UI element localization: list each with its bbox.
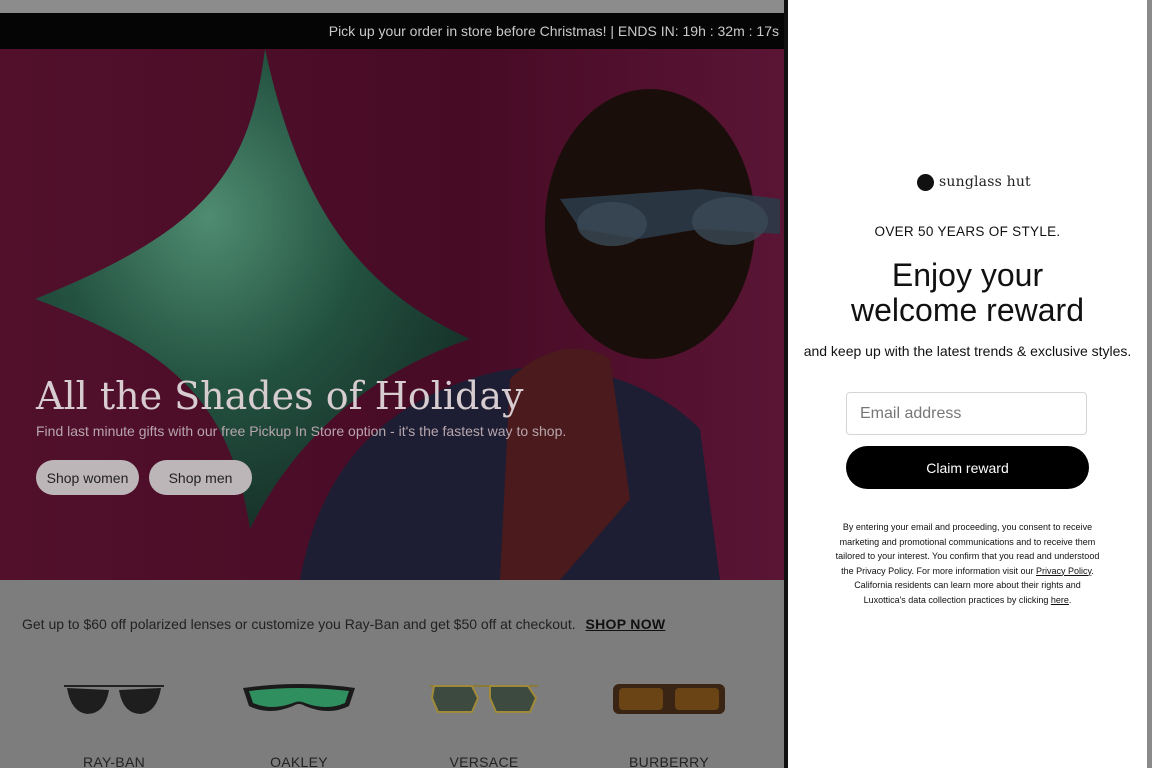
legal-disclaimer: By entering your email and proceeding, y… xyxy=(833,520,1102,607)
brand-tile-oakley[interactable]: OAKLEY xyxy=(224,672,374,768)
here-link[interactable]: here xyxy=(1051,595,1069,605)
hero-title: All the Shades of Holiday xyxy=(36,374,524,418)
email-input[interactable] xyxy=(846,392,1087,435)
logo-dot-icon xyxy=(917,173,934,191)
oakley-sunglasses-icon xyxy=(243,684,355,711)
top-strip xyxy=(0,0,784,13)
welcome-reward-modal: sunglass hut OVER 50 YEARS OF STYLE. Enj… xyxy=(788,0,1147,768)
hero-image xyxy=(0,49,784,580)
logo-text: sunglass hut xyxy=(939,174,1031,190)
brand-label-rayban: RAY-BAN xyxy=(82,754,145,768)
modal-kicker: OVER 50 YEARS OF STYLE. xyxy=(874,224,1061,239)
privacy-policy-link[interactable]: Privacy Policy xyxy=(1036,566,1091,576)
brand-tile-burberry[interactable]: BURBERRY xyxy=(594,672,744,768)
brand-label-versace: VERSACE xyxy=(449,754,519,768)
modal-headline: Enjoy your welcome reward xyxy=(788,258,1147,328)
promo-countdown-text: Pick up your order in store before Chris… xyxy=(328,23,779,39)
brand-tile-rayban[interactable]: RAY-BAN xyxy=(39,672,189,768)
shop-women-button[interactable]: Shop women xyxy=(36,460,139,495)
brand-label-oakley: OAKLEY xyxy=(270,754,328,768)
hero-banner[interactable]: All the Shades of Holiday Find last minu… xyxy=(0,49,784,580)
promo-bar: Pick up your order in store before Chris… xyxy=(0,13,784,49)
background-page: Pick up your order in store before Chris… xyxy=(0,0,784,768)
versace-sunglasses-icon xyxy=(430,685,538,713)
brand-label-burberry: BURBERRY xyxy=(629,754,709,768)
burberry-sunglasses-icon xyxy=(613,684,725,714)
rayban-sunglasses-icon xyxy=(64,685,164,714)
sunglass-hut-logo: sunglass hut xyxy=(917,172,1031,192)
shop-now-link[interactable]: SHOP NOW xyxy=(586,616,666,632)
headline-line-1: Enjoy your xyxy=(891,257,1044,293)
claim-reward-button[interactable]: Claim reward xyxy=(846,446,1089,489)
brand-tile-versace[interactable]: VERSACE xyxy=(409,672,559,768)
legal-text-end: . xyxy=(1068,594,1072,605)
hero-subtitle: Find last minute gifts with our free Pic… xyxy=(36,423,567,439)
modal-right-edge xyxy=(1147,0,1152,768)
headline-line-2: welcome reward xyxy=(851,292,1084,328)
modal-subtext: and keep up with the latest trends & exc… xyxy=(803,343,1132,359)
shop-men-button[interactable]: Shop men xyxy=(149,460,252,495)
offer-text: Get up to $60 off polarized lenses or cu… xyxy=(22,616,576,632)
offer-banner: Get up to $60 off polarized lenses or cu… xyxy=(22,616,665,632)
